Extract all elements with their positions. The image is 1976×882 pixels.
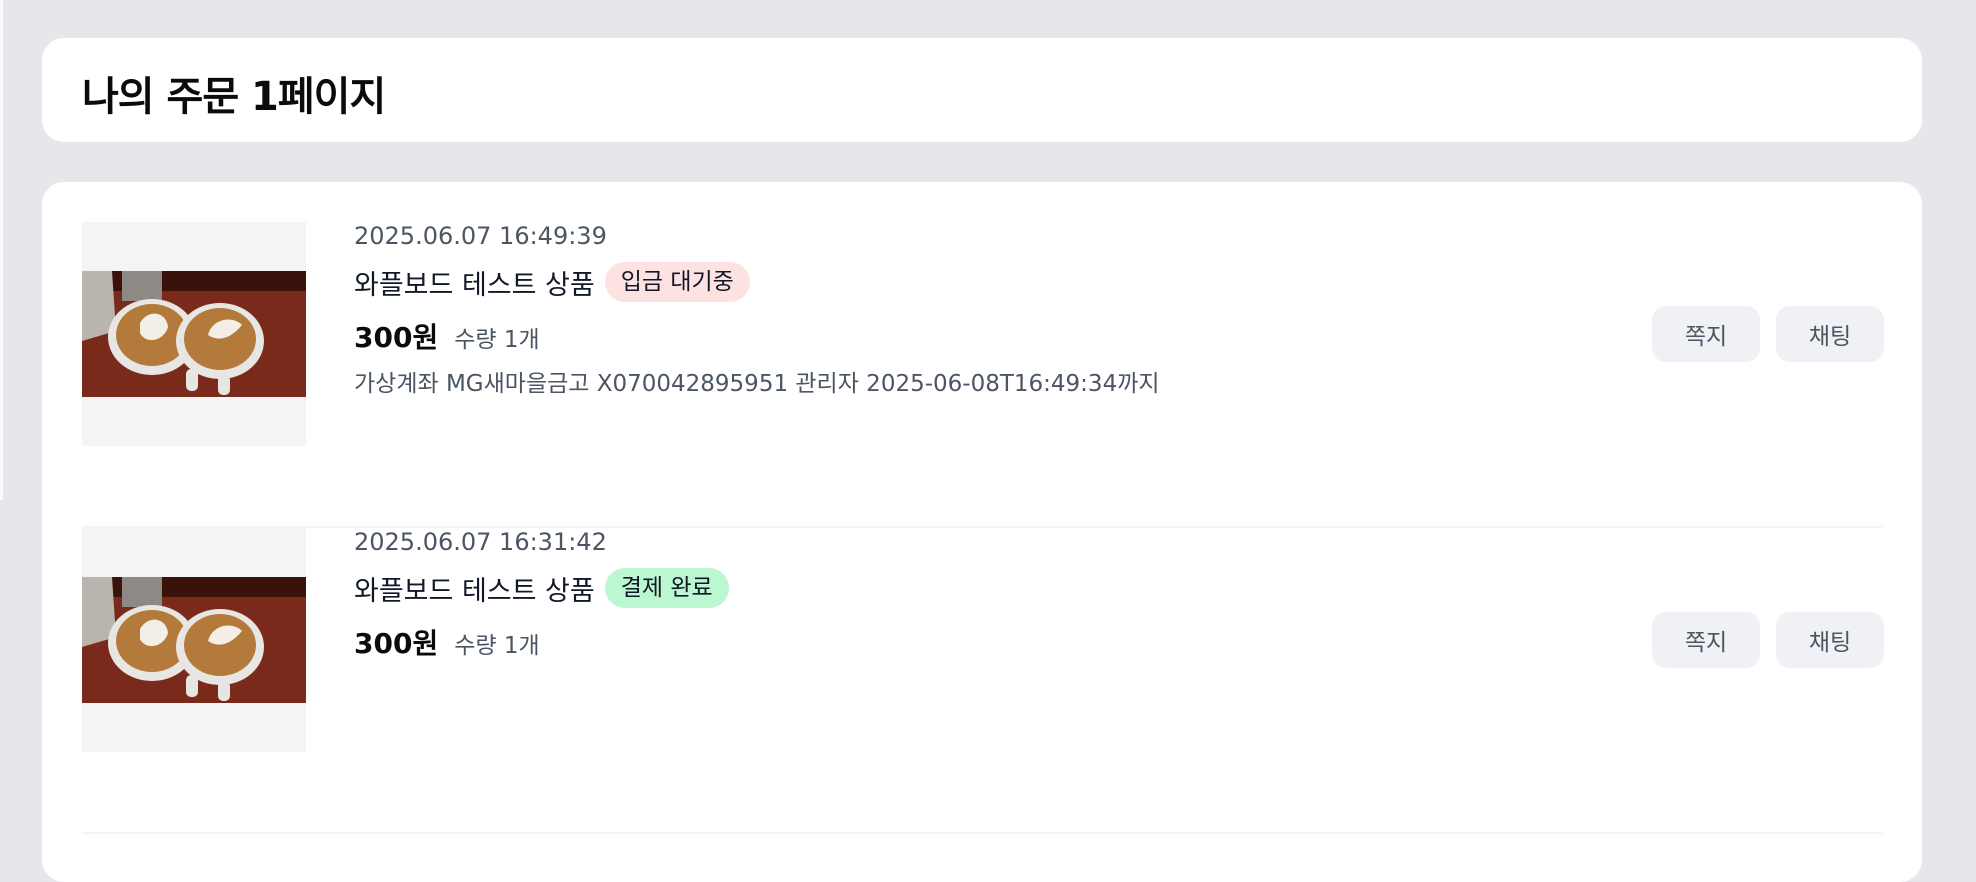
message-button[interactable]: 쪽지 (1652, 612, 1760, 668)
chat-button[interactable]: 채팅 (1776, 306, 1884, 362)
left-edge (0, 0, 3, 500)
order-list: 2025.06.07 16:49:39 와플보드 테스트 상품 입금 대기중 3… (42, 182, 1922, 882)
order-item: 2025.06.07 16:31:42 와플보드 테스트 상품 결제 완료 30… (82, 528, 1884, 834)
product-thumbnail[interactable] (82, 528, 306, 752)
status-badge: 결제 완료 (604, 568, 729, 608)
product-name[interactable]: 와플보드 테스트 상품 (354, 263, 595, 302)
order-quantity: 수량 1개 (454, 327, 540, 353)
product-row: 와플보드 테스트 상품 입금 대기중 (354, 262, 750, 302)
chat-button[interactable]: 채팅 (1776, 612, 1884, 668)
order-item: 2025.06.07 16:49:39 와플보드 테스트 상품 입금 대기중 3… (82, 222, 1884, 528)
message-button[interactable]: 쪽지 (1652, 306, 1760, 362)
order-price: 300원 (354, 627, 439, 660)
status-badge: 입금 대기중 (604, 262, 750, 302)
product-name[interactable]: 와플보드 테스트 상품 (354, 569, 595, 608)
order-datetime: 2025.06.07 16:31:42 (354, 528, 607, 556)
price-row: 300원 수량 1개 (354, 316, 540, 356)
latte-art-image (82, 271, 306, 397)
product-row: 와플보드 테스트 상품 결제 완료 (354, 568, 729, 608)
order-price: 300원 (354, 321, 439, 354)
latte-art-image (82, 577, 306, 703)
price-row: 300원 수량 1개 (354, 622, 540, 662)
order-quantity: 수량 1개 (454, 633, 540, 659)
product-thumbnail[interactable] (82, 222, 306, 446)
page-title: 나의 주문 1페이지 (82, 74, 386, 120)
page-header: 나의 주문 1페이지 (42, 38, 1922, 142)
virtual-account-info: 가상계좌 MG새마을금고 X070042895951 관리자 2025-06-0… (354, 371, 1160, 397)
order-datetime: 2025.06.07 16:49:39 (354, 222, 607, 250)
